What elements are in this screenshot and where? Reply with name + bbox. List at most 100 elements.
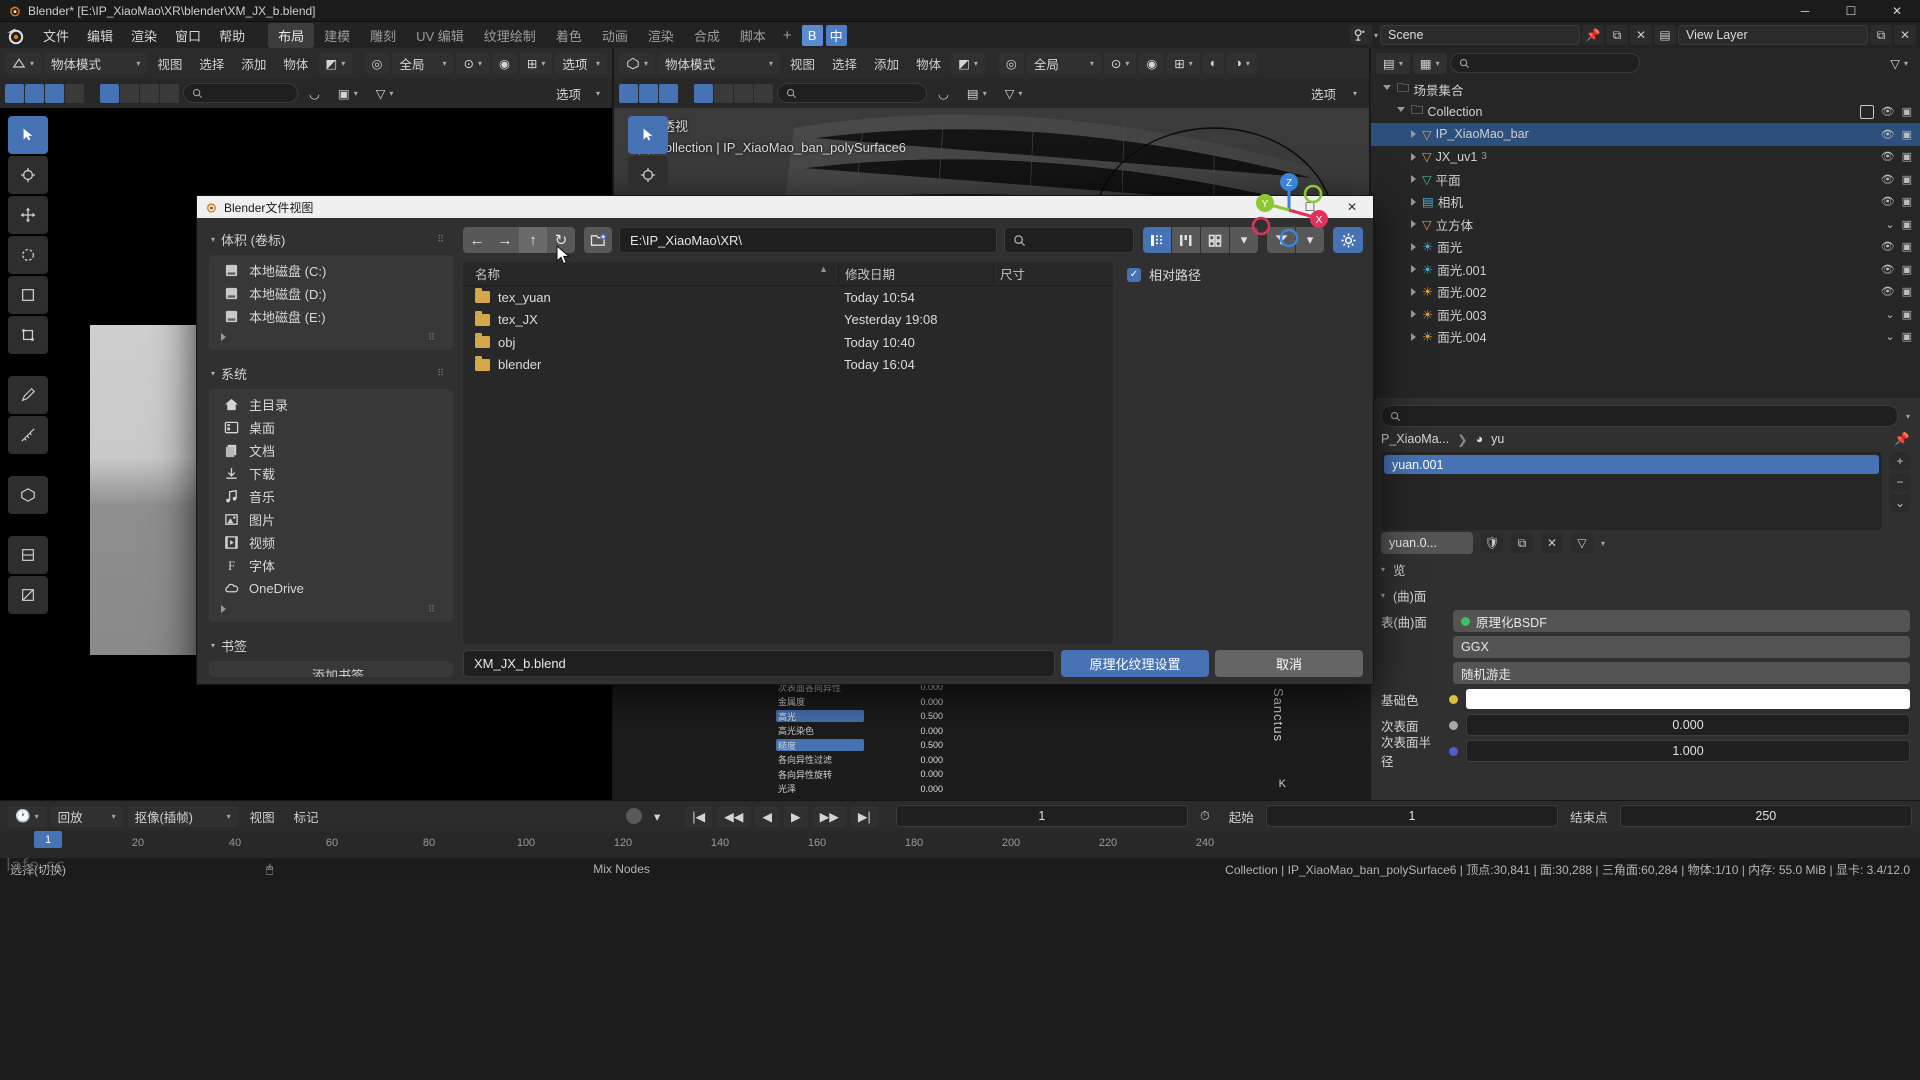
volumes-section-header[interactable]: ▾ 体积 (卷标) ⠿ xyxy=(209,226,453,255)
current-frame-input[interactable]: 1 xyxy=(895,805,1189,827)
column-date-header[interactable]: 修改日期 xyxy=(838,264,993,283)
file-row[interactable]: tex_JX Yesterday 19:08 xyxy=(463,309,1113,332)
outliner-row-collection[interactable]: 🗀 Collection 👁 ▣ xyxy=(1371,101,1920,124)
system-expand-icon[interactable]: ▾ xyxy=(211,369,215,378)
outliner-row-scene-collection[interactable]: 🗀 场景集合 xyxy=(1371,78,1920,101)
left-options2-button[interactable]: 选项 ▾ xyxy=(549,83,607,104)
camera-icon[interactable]: ▣ xyxy=(1902,150,1912,163)
left-snap-settings-button[interactable]: ⊞ ▾ xyxy=(519,52,553,74)
preview-section-row[interactable]: ▾ 览 xyxy=(1371,556,1920,582)
workspace-tab-modeling[interactable]: 建模 xyxy=(314,23,360,48)
camera-icon[interactable]: ▣ xyxy=(1902,128,1912,141)
left-menu-view[interactable]: 视图 xyxy=(150,54,189,73)
outliner-row-jx-uv1[interactable]: ▽ JX_uv1 3 👁 ▣ xyxy=(1371,146,1920,169)
sort-ascending-icon[interactable]: ▲ xyxy=(819,264,828,274)
file-row[interactable]: blender Today 16:04 xyxy=(463,354,1113,377)
uv-sync-button[interactable] xyxy=(694,83,713,103)
workspace-tab-texturepaint[interactable]: 纹理绘制 xyxy=(474,23,546,48)
node-row[interactable]: 高光染色 0.000 xyxy=(774,724,949,739)
mid-uv-tools-group[interactable] xyxy=(694,83,773,103)
record-button[interactable] xyxy=(625,808,642,824)
panel-collapse-arrow-icon[interactable] xyxy=(221,605,226,613)
panel-collapse-arrow-icon[interactable] xyxy=(221,333,226,341)
camera-icon[interactable]: ▣ xyxy=(1902,105,1912,118)
expand-arrow-icon[interactable] xyxy=(1411,242,1416,251)
eye-icon[interactable]: 👁 xyxy=(1881,240,1895,253)
left-menu-select[interactable]: 选择 xyxy=(192,54,231,73)
workspace-tab-animation[interactable]: 动画 xyxy=(592,23,638,48)
expand-arrow-icon[interactable] xyxy=(1411,175,1416,184)
node-row[interactable]: 金属度 0.000 xyxy=(774,695,949,710)
auto-key-dropdown-icon[interactable]: ▾ xyxy=(647,806,667,827)
tool-cursor-icon[interactable] xyxy=(8,156,48,194)
uv-snap2-button[interactable] xyxy=(754,83,773,103)
outliner-row-icons[interactable]: 👁 ▣ xyxy=(1881,240,1912,253)
outliner-row-icons[interactable]: 👁 ▣ xyxy=(1881,150,1912,163)
mid-snap-magnet-button[interactable]: ⊙ ▾ xyxy=(1103,52,1137,74)
detail-view-button[interactable] xyxy=(1172,227,1200,253)
workspace-tab-compositing[interactable]: 合成 xyxy=(684,23,730,48)
left-editor-type-button[interactable]: ▾ xyxy=(5,52,42,74)
start-frame-input[interactable]: 1 xyxy=(1265,805,1559,827)
uv-sync-select-button[interactable] xyxy=(100,83,119,103)
camera-icon[interactable]: ▣ xyxy=(1902,173,1912,186)
cancel-button[interactable]: 取消 xyxy=(1215,649,1363,677)
node-row[interactable]: 各向异性过滤 0.000 xyxy=(774,753,949,768)
bookmarks-expand-icon[interactable]: ▾ xyxy=(211,641,215,650)
material-name-field[interactable]: yuan.0... xyxy=(1381,532,1473,554)
left-object-mode-dropdown[interactable]: 物体模式 ▾ xyxy=(44,52,148,74)
mid-shading-solid-button[interactable]: ◐ xyxy=(1202,52,1225,74)
node-row[interactable]: 光泽 0.000 xyxy=(774,782,949,797)
expand-arrow-icon[interactable] xyxy=(1411,152,1416,161)
keying-dropdown[interactable]: 抠像(插帧) ▾ xyxy=(127,805,238,827)
sidebar-item-onedrive[interactable]: OneDrive xyxy=(209,577,453,600)
prev-keyframe-button[interactable]: ◀◀ xyxy=(717,805,751,827)
window-maximize-button[interactable]: ☐ xyxy=(1828,0,1874,22)
left-proportional-edit-button[interactable]: ◉ xyxy=(491,52,517,74)
left-snap-magnet-button[interactable]: ⊙ ▾ xyxy=(456,52,489,74)
playback-dropdown[interactable]: 回放 ▾ xyxy=(50,805,123,827)
sidebar-item-pictures[interactable]: 图片 xyxy=(209,508,453,531)
camera-icon[interactable]: ▣ xyxy=(1902,240,1912,253)
left-transform-orientation[interactable]: 全局 ▾ xyxy=(392,52,454,74)
add-material-slot-button[interactable]: + xyxy=(1890,452,1910,470)
face-select-button[interactable] xyxy=(659,83,678,103)
material-slot-menu-button[interactable]: ⌄ xyxy=(1890,494,1910,512)
thumbnail-view-button[interactable] xyxy=(1201,227,1229,253)
base-color-swatch[interactable] xyxy=(1466,689,1910,709)
sidebar-item-disk-c[interactable]: 本地磁盘 (C:) xyxy=(209,259,453,282)
outliner-row-icons[interactable]: 👁 ▣ xyxy=(1881,128,1912,141)
sidebar-item-desktop[interactable]: 桌面 xyxy=(209,416,453,439)
sidebar-item-fonts[interactable]: F 字体 xyxy=(209,554,453,577)
timeline-menu-marker[interactable]: 标记 xyxy=(287,807,326,826)
outliner-row-icons[interactable]: 👁 ▣ xyxy=(1881,173,1912,186)
eye-icon[interactable]: ⌄ xyxy=(1885,218,1894,231)
left-options-button[interactable]: 选项 ▾ xyxy=(555,52,607,74)
mid-shading-options-button[interactable]: ◑ ▾ xyxy=(1227,52,1257,74)
mid-options-button[interactable]: 选项 ▾ xyxy=(1304,83,1364,104)
outliner-row-icons[interactable]: 👁 ▣ xyxy=(1881,285,1912,298)
eye-icon[interactable]: 👁 xyxy=(1881,173,1895,186)
left-search-input[interactable] xyxy=(183,83,298,103)
timeline-scale[interactable]: 20 40 60 80 100 120 140 160 180 200 220 … xyxy=(0,831,1920,859)
confirm-button[interactable]: 原理化纹理设置 xyxy=(1061,649,1209,677)
properties-search-input[interactable] xyxy=(1381,405,1898,427)
sidebar-item-disk-e[interactable]: 本地磁盘 (E:) xyxy=(209,305,453,328)
camera-icon[interactable]: ▣ xyxy=(1902,285,1912,298)
workspace-tab-rendering[interactable]: 渲染 xyxy=(638,23,684,48)
subsurface-method-dropdown[interactable]: 随机游走 xyxy=(1453,662,1910,684)
sidebar-item-music[interactable]: 音乐 xyxy=(209,485,453,508)
new-folder-icon[interactable] xyxy=(584,227,612,253)
add-bookmark-button[interactable]: 添加书签 xyxy=(209,663,453,677)
window-minimize-button[interactable]: ─ xyxy=(1782,0,1828,22)
surface-section-row[interactable]: ▾ (曲)面 xyxy=(1371,582,1920,608)
material-shield-icon[interactable]: 🛡 xyxy=(1481,533,1503,553)
uv-face-select-button[interactable] xyxy=(45,83,64,103)
mid-select-mode-group[interactable] xyxy=(619,83,678,103)
menu-edit[interactable]: 编辑 xyxy=(78,23,122,48)
file-row[interactable]: obj Today 10:40 xyxy=(463,331,1113,354)
uv-sticky-mode-button[interactable] xyxy=(120,83,139,103)
eye-icon[interactable]: 👁 xyxy=(1881,285,1895,298)
menu-window[interactable]: 窗口 xyxy=(166,23,210,48)
tool-shear-icon[interactable] xyxy=(8,536,48,574)
